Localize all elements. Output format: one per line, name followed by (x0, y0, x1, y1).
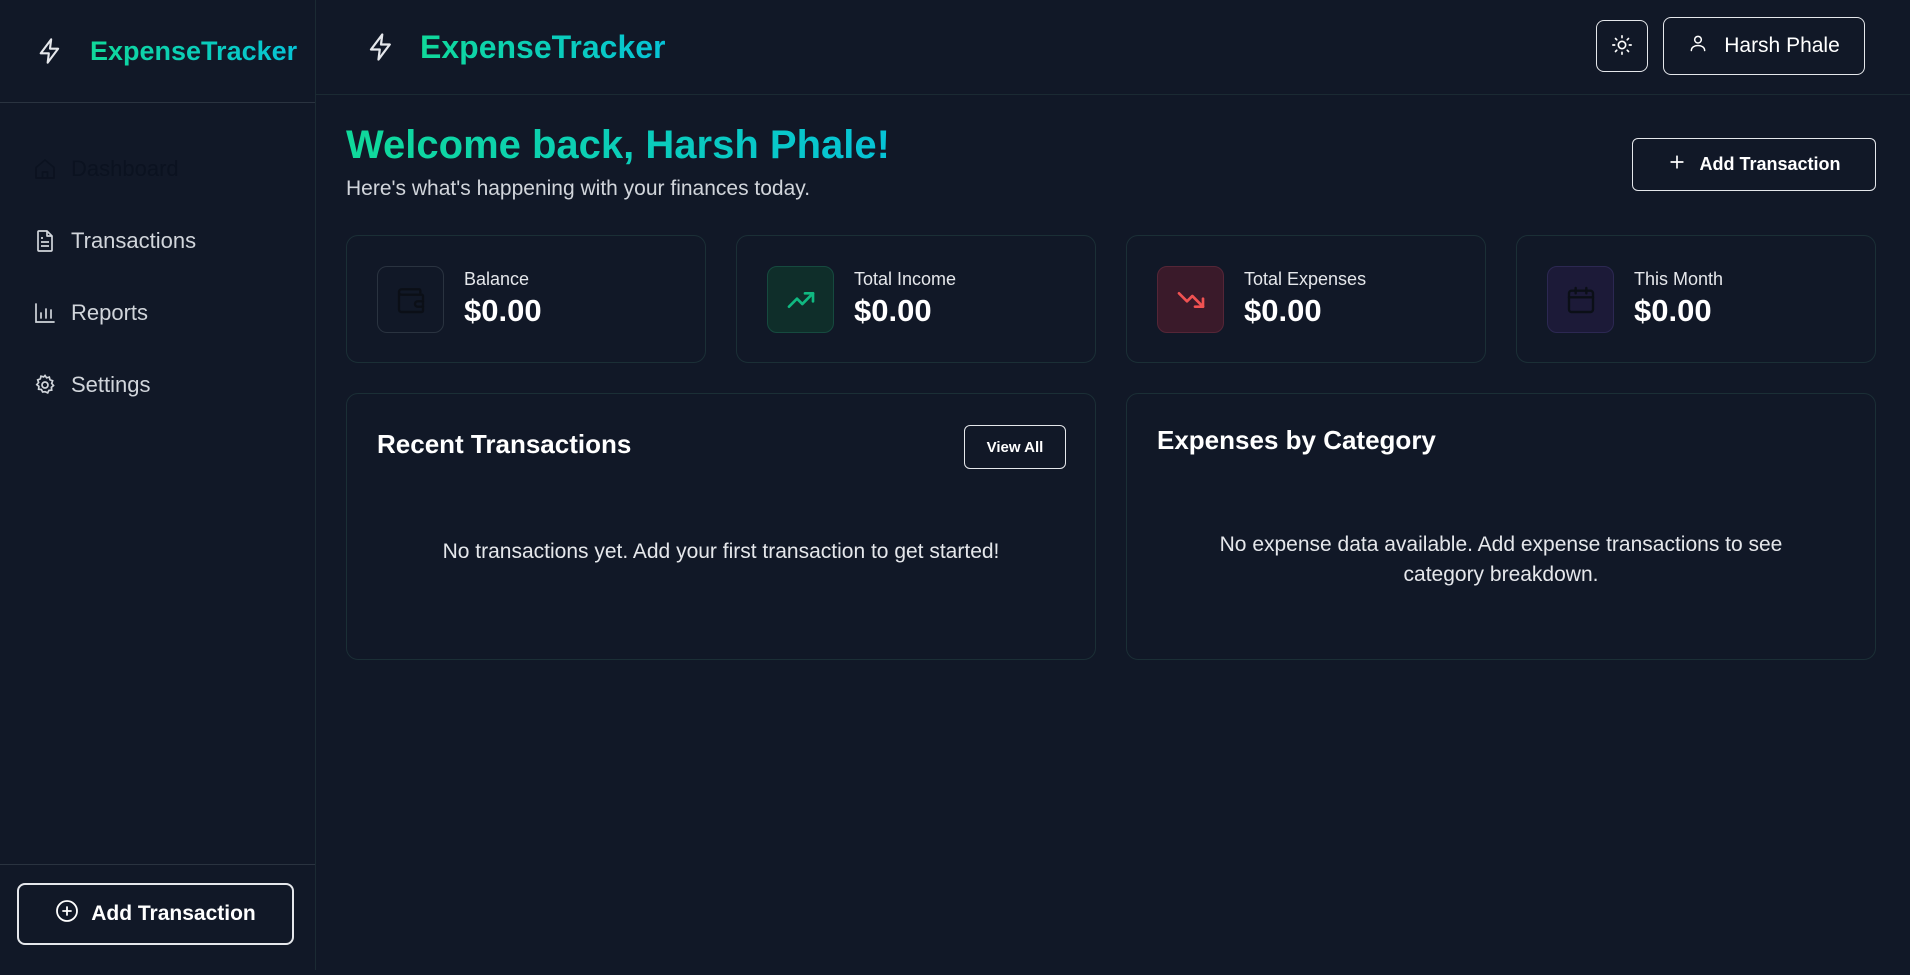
sidebar-item-settings[interactable]: Settings (0, 349, 315, 421)
bar-chart-icon (33, 301, 57, 325)
bolt-logo-icon (36, 37, 64, 65)
stat-card-balance: Balance $0.00 (346, 235, 706, 363)
expenses-by-category-title: Expenses by Category (1157, 425, 1436, 455)
sidebar-footer: Add Transaction (0, 864, 315, 970)
page-subtitle: Here's what's happening with your financ… (346, 177, 811, 200)
user-name: Harsh Phale (1724, 34, 1840, 57)
stat-value: $0.00 (1634, 293, 1712, 328)
stat-label: Total Expenses (1244, 269, 1367, 289)
recent-transactions-panel: Recent Transactions View All No transact… (346, 393, 1096, 660)
sidebar-header: ExpenseTracker (0, 0, 315, 103)
bolt-logo-icon (366, 32, 396, 62)
topbar-brand[interactable]: ExpenseTracker (420, 29, 666, 66)
stat-value: $0.00 (1244, 293, 1322, 328)
topbar: ExpenseTracker Harsh Phale (316, 0, 1910, 95)
sidebar-item-transactions[interactable]: Transactions (0, 205, 315, 277)
wallet-icon (377, 266, 444, 333)
plus-circle-icon (55, 899, 79, 929)
sidebar-nav: Dashboard Transactions Reports Settings (0, 103, 315, 421)
sidebar-item-label: Transactions (71, 228, 197, 253)
recent-transactions-title: Recent Transactions (377, 429, 632, 459)
plus-icon (1667, 152, 1687, 177)
expenses-by-category-empty: No expense data available. Add expense t… (1219, 533, 1783, 586)
stat-label: Total Income (854, 269, 957, 289)
file-text-icon (33, 229, 57, 253)
gear-icon (33, 373, 57, 397)
stat-card-income: Total Income $0.00 (736, 235, 1096, 363)
stat-value: $0.00 (854, 293, 932, 328)
stat-card-this-month: This Month $0.00 (1516, 235, 1876, 363)
view-all-button[interactable]: View All (964, 425, 1066, 469)
page-title: Welcome back, Harsh Phale! (346, 123, 890, 167)
sidebar: ExpenseTracker Dashboard Transactions Re… (0, 0, 316, 970)
sidebar-brand[interactable]: ExpenseTracker (90, 36, 297, 67)
recent-transactions-empty: No transactions yet. Add your first tran… (442, 540, 1000, 563)
add-transaction-label: Add Transaction (91, 902, 256, 925)
sidebar-item-label: Reports (71, 300, 149, 325)
expenses-by-category-panel: Expenses by Category No expense data ava… (1126, 393, 1876, 660)
add-transaction-label: Add Transaction (1699, 154, 1841, 174)
user-icon (1688, 33, 1708, 59)
stat-label: Balance (464, 269, 530, 289)
sidebar-item-label: Dashboard (71, 156, 179, 181)
user-menu-button[interactable]: Harsh Phale (1663, 17, 1865, 75)
trending-up-icon (767, 266, 834, 333)
stat-card-expenses: Total Expenses $0.00 (1126, 235, 1486, 363)
stat-label: This Month (1634, 269, 1724, 289)
sidebar-item-label: Settings (71, 372, 151, 397)
trending-down-icon (1157, 266, 1224, 333)
theme-toggle-button[interactable] (1596, 20, 1648, 72)
sun-icon (1611, 34, 1633, 59)
sidebar-item-dashboard[interactable]: Dashboard (0, 133, 315, 205)
add-transaction-button[interactable]: Add Transaction (1632, 138, 1876, 191)
stat-value: $0.00 (464, 293, 542, 328)
sidebar-add-transaction-button[interactable]: Add Transaction (17, 883, 294, 945)
calendar-icon (1547, 266, 1614, 333)
home-icon (33, 157, 57, 181)
app-root: ExpenseTracker Dashboard Transactions Re… (0, 0, 1910, 975)
sidebar-item-reports[interactable]: Reports (0, 277, 315, 349)
